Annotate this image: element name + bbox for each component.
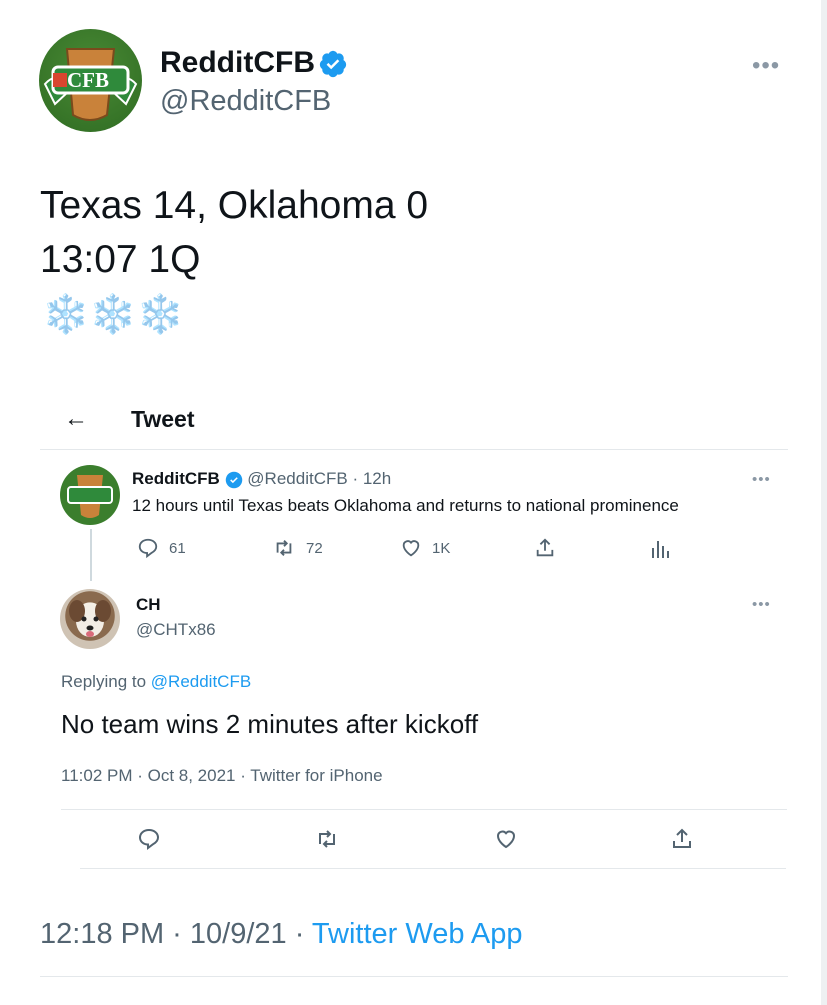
handle[interactable]: @RedditCFB	[160, 85, 331, 118]
right-edge-strip	[821, 0, 827, 1005]
verified-badge-icon	[225, 471, 242, 488]
snowflake-emojis: ❄️❄️❄️	[42, 294, 184, 336]
reply-more-options-icon[interactable]: •••	[752, 596, 771, 613]
reply-count: 61	[169, 539, 186, 557]
share-action[interactable]	[670, 827, 694, 856]
avatar[interactable]: CFB	[39, 29, 142, 132]
heart-icon	[496, 830, 516, 849]
share-icon	[673, 828, 691, 848]
retweet-action[interactable]: 72	[272, 537, 323, 559]
reply-text: No team wins 2 minutes after kickoff	[61, 709, 479, 739]
reply-avatar[interactable]	[60, 589, 120, 649]
quoted-screenshot[interactable]: ← Tweet RedditCFB @RedditCFB · 12h ••• 1…	[40, 393, 788, 863]
tweet-timestamp[interactable]: 12:18 PM · 10/9/21 ·	[40, 918, 312, 950]
reply-action[interactable]	[137, 827, 161, 856]
divider	[40, 976, 788, 977]
retweet-count: 72	[306, 539, 323, 557]
parent-handle[interactable]: @RedditCFB	[247, 469, 347, 488]
more-options-icon[interactable]: •••	[752, 52, 780, 80]
screenshot-header-title: Tweet	[131, 406, 195, 432]
replying-to-handle[interactable]: @RedditCFB	[151, 672, 251, 691]
avatar-logo-text: CFB	[67, 68, 109, 92]
share-icon	[536, 538, 554, 557]
parent-tweet-text: 12 hours until Texas beats Oklahoma and …	[132, 496, 679, 515]
parent-avatar[interactable]	[60, 465, 120, 525]
like-count: 1K	[432, 539, 451, 557]
back-arrow-icon[interactable]: ←	[64, 405, 88, 433]
reply-icon	[138, 538, 158, 559]
dog-avatar-icon	[69, 600, 111, 637]
reply-handle[interactable]: @CHTx86	[136, 620, 216, 640]
retweet-icon	[276, 540, 292, 556]
analytics-icon	[652, 541, 669, 558]
parent-tweet-header: RedditCFB @RedditCFB · 12h	[132, 469, 391, 489]
retweet-action[interactable]	[314, 827, 340, 856]
tweet-source[interactable]: Twitter Web App	[312, 918, 523, 950]
parent-more-options-icon[interactable]: •••	[752, 471, 771, 488]
tweet-text-line-2: 13:07 1Q	[40, 238, 201, 281]
replying-to-line: Replying to @RedditCFB	[61, 672, 251, 692]
divider	[40, 449, 788, 450]
tweet-text-line-1: Texas 14, Oklahoma 0	[40, 184, 429, 227]
verified-badge-icon	[319, 50, 347, 78]
thread-connector	[90, 529, 92, 581]
tweet-timestamp-line: 12:18 PM · 10/9/21 · Twitter Web App	[40, 918, 523, 951]
like-action[interactable]	[494, 827, 518, 856]
heart-icon	[402, 540, 420, 557]
reply-action[interactable]: 61	[137, 537, 186, 559]
parent-display-name[interactable]: RedditCFB	[132, 469, 220, 488]
like-action[interactable]: 1K	[400, 537, 450, 559]
share-action[interactable]	[534, 537, 556, 564]
reply-meta: 11:02 PM · Oct 8, 2021 · Twitter for iPh…	[61, 766, 383, 785]
cfb-logo-small-icon	[67, 475, 113, 518]
divider	[80, 868, 786, 869]
reply-display-name[interactable]: CH	[136, 595, 161, 615]
replying-to-label: Replying to	[61, 672, 151, 691]
parent-time[interactable]: · 12h	[352, 469, 391, 488]
analytics-action[interactable]	[650, 538, 670, 565]
divider	[61, 809, 787, 810]
display-name[interactable]: RedditCFB	[160, 46, 315, 80]
reply-icon	[138, 828, 160, 851]
retweet-icon	[319, 830, 335, 848]
